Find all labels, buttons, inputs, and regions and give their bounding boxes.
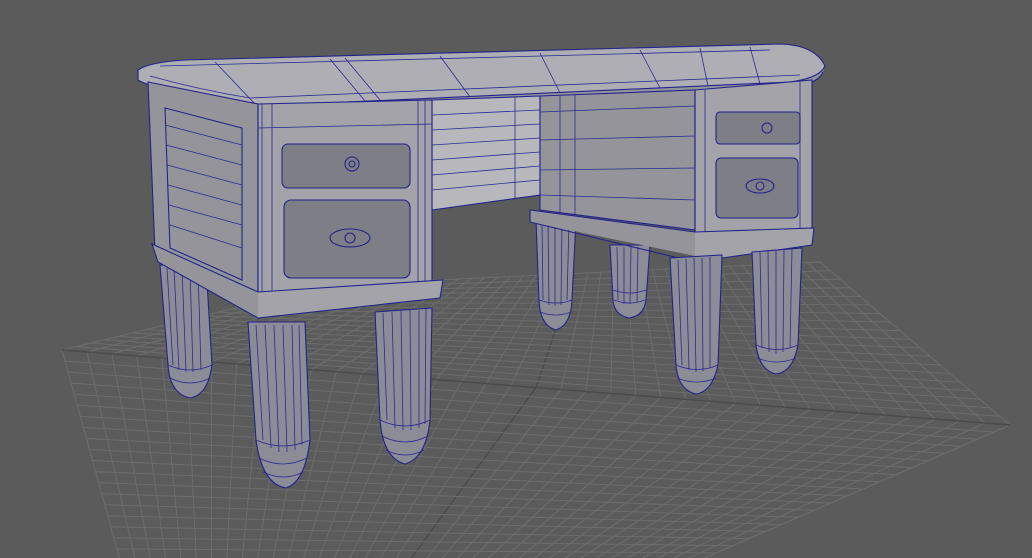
viewport-canvas[interactable] [0, 0, 1032, 558]
back-left-leg[interactable] [535, 219, 577, 331]
left-bottom-drawer[interactable] [283, 199, 411, 279]
grid-line [104, 504, 782, 525]
front-center-leg[interactable] [374, 307, 433, 465]
grid-line [92, 460, 847, 497]
right-bottom-drawer[interactable] [715, 157, 799, 219]
grid-line [83, 426, 896, 476]
left-top-drawer[interactable] [281, 143, 411, 189]
grid-line [95, 471, 831, 504]
right-top-drawer[interactable] [715, 111, 801, 145]
modesty-panel[interactable] [431, 95, 541, 211]
front-right-pedestal-leg[interactable] [751, 247, 803, 375]
grid-line [503, 269, 687, 558]
front-right-leg[interactable] [669, 254, 723, 395]
grid-line [71, 382, 962, 447]
back-right-leg[interactable] [609, 244, 651, 319]
desk-model[interactable] [137, 43, 826, 489]
grid-line [107, 515, 766, 533]
grid-line [89, 448, 864, 490]
front-left-leg[interactable] [247, 321, 311, 489]
grid-line [86, 437, 880, 483]
3d-viewport[interactable] [0, 0, 1032, 558]
